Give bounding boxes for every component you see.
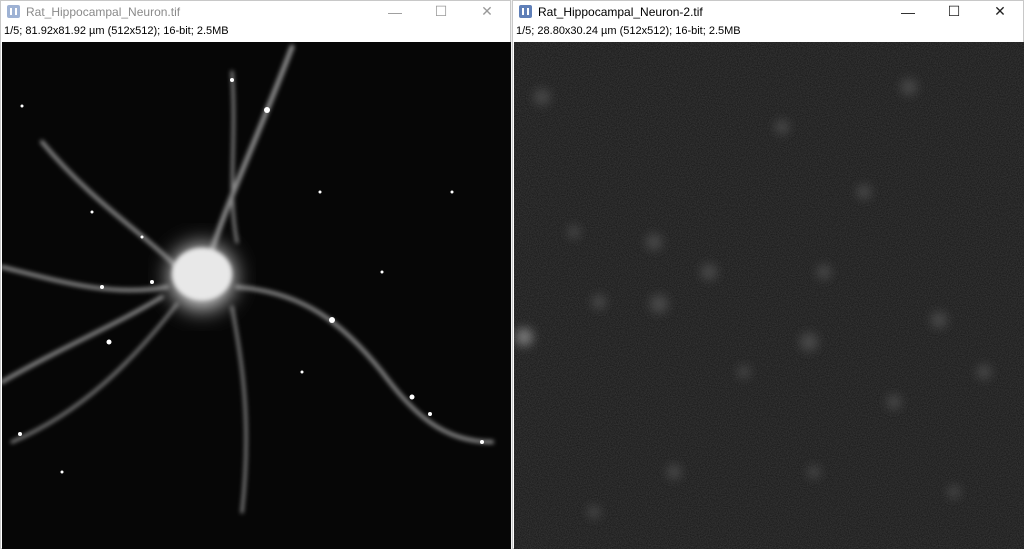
maximize-button[interactable]: ☐ [418,1,464,22]
image-info: 1/5; 81.92x81.92 µm (512x512); 16-bit; 2… [4,25,229,37]
window-title: Rat_Hippocampal_Neuron.tif [26,4,181,19]
imagej-app-icon [519,5,532,18]
title-bar[interactable]: Rat_Hippocampal_Neuron-2.tif — ☐ ✕ [513,1,1023,22]
maximize-button[interactable]: ☐ [931,1,977,22]
image-canvas-neuron[interactable] [2,42,511,549]
close-button[interactable]: ✕ [464,1,510,22]
title-bar[interactable]: Rat_Hippocampal_Neuron.tif — ☐ ✕ [1,1,510,22]
minimize-button[interactable]: — [885,1,931,22]
image-window-neuron-2[interactable]: Rat_Hippocampal_Neuron-2.tif — ☐ ✕ 1/5; … [512,0,1024,549]
minimize-button[interactable]: — [372,1,418,22]
close-button[interactable]: ✕ [977,1,1023,22]
image-canvas-neuron-2[interactable] [514,42,1024,549]
image-info: 1/5; 28.80x30.24 µm (512x512); 16-bit; 2… [516,25,741,37]
window-title: Rat_Hippocampal_Neuron-2.tif [538,4,703,19]
imagej-app-icon [7,5,20,18]
image-window-neuron[interactable]: Rat_Hippocampal_Neuron.tif — ☐ ✕ 1/5; 81… [0,0,511,549]
